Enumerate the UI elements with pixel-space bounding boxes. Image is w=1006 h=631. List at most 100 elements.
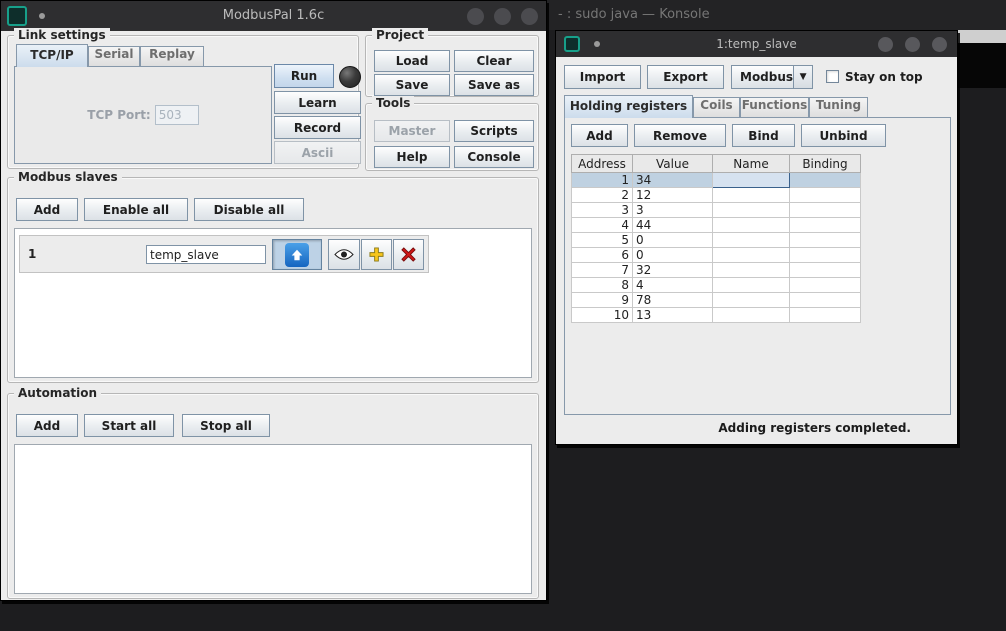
register-cell-address[interactable]: 9	[572, 293, 633, 308]
maximize-button[interactable]	[905, 37, 920, 52]
register-cell-address[interactable]: 4	[572, 218, 633, 233]
remove-register-button[interactable]: Remove	[634, 124, 726, 147]
register-cell-address[interactable]: 5	[572, 233, 633, 248]
register-cell-binding[interactable]	[790, 248, 861, 263]
disable-all-button[interactable]: Disable all	[194, 198, 304, 221]
stop-all-button[interactable]: Stop all	[182, 414, 270, 437]
master-button[interactable]: Master	[374, 120, 450, 142]
close-button[interactable]	[932, 37, 947, 52]
register-row[interactable]: 978	[572, 293, 861, 308]
register-row[interactable]: 1013	[572, 308, 861, 323]
add-automation-button[interactable]: Add	[16, 414, 78, 437]
stay-on-top-checkbox[interactable]	[826, 70, 839, 83]
register-cell-value[interactable]: 12	[633, 188, 713, 203]
modbus-combo[interactable]: Modbus ▼	[731, 65, 813, 89]
register-cell-name[interactable]	[713, 248, 790, 263]
tab-holding-registers[interactable]: Holding registers	[564, 95, 693, 118]
register-cell-name[interactable]	[713, 263, 790, 278]
register-cell-binding[interactable]	[790, 188, 861, 203]
register-cell-name[interactable]	[713, 188, 790, 203]
import-button[interactable]: Import	[564, 65, 641, 89]
register-cell-value[interactable]: 32	[633, 263, 713, 278]
add-register-button[interactable]: Add	[571, 124, 628, 147]
learn-button[interactable]: Learn	[274, 91, 361, 114]
register-cell-name[interactable]	[713, 233, 790, 248]
register-cell-value[interactable]: 13	[633, 308, 713, 323]
record-button[interactable]: Record	[274, 116, 361, 139]
tab-serial[interactable]: Serial	[88, 46, 140, 66]
save-button[interactable]: Save	[374, 74, 450, 96]
register-row[interactable]: 50	[572, 233, 861, 248]
unbind-button[interactable]: Unbind	[801, 124, 886, 147]
konsole-window-fragment[interactable]	[958, 30, 1006, 43]
register-cell-name[interactable]	[713, 173, 790, 188]
register-row[interactable]: 84	[572, 278, 861, 293]
register-cell-address[interactable]: 2	[572, 188, 633, 203]
register-cell-binding[interactable]	[790, 203, 861, 218]
bind-button[interactable]: Bind	[732, 124, 795, 147]
register-cell-name[interactable]	[713, 293, 790, 308]
register-row[interactable]: 732	[572, 263, 861, 278]
column-header-address[interactable]: Address	[572, 155, 633, 173]
show-slave-button[interactable]	[328, 239, 360, 270]
load-button[interactable]: Load	[374, 50, 450, 72]
register-cell-name[interactable]	[713, 278, 790, 293]
start-all-button[interactable]: Start all	[84, 414, 174, 437]
register-cell-binding[interactable]	[790, 278, 861, 293]
konsole-titlebar[interactable]: - : sudo java — Konsole	[540, 0, 1006, 30]
register-row[interactable]: 444	[572, 218, 861, 233]
add-slave-button[interactable]: Add	[16, 198, 78, 221]
console-button[interactable]: Console	[454, 146, 534, 168]
export-button[interactable]: Export	[647, 65, 724, 89]
slave-enabled-toggle[interactable]	[272, 239, 322, 270]
tab-replay[interactable]: Replay	[140, 46, 204, 66]
tab-coils[interactable]: Coils	[693, 97, 740, 117]
column-header-binding[interactable]: Binding	[790, 155, 861, 173]
tab-tcpip[interactable]: TCP/IP	[16, 44, 88, 67]
slave-window-titlebar[interactable]: 1:temp_slave	[556, 31, 957, 57]
save-as-button[interactable]: Save as	[454, 74, 534, 96]
register-row[interactable]: 60	[572, 248, 861, 263]
register-cell-value[interactable]: 34	[633, 173, 713, 188]
register-cell-binding[interactable]	[790, 233, 861, 248]
register-row[interactable]: 212	[572, 188, 861, 203]
tcp-port-field[interactable]	[155, 105, 199, 125]
scripts-button[interactable]: Scripts	[454, 120, 534, 142]
slave-name-input[interactable]	[146, 245, 266, 264]
tab-tuning[interactable]: Tuning	[809, 97, 868, 117]
register-cell-address[interactable]: 3	[572, 203, 633, 218]
register-cell-value[interactable]: 0	[633, 233, 713, 248]
maximize-button[interactable]	[494, 8, 511, 25]
register-cell-binding[interactable]	[790, 263, 861, 278]
register-cell-value[interactable]: 78	[633, 293, 713, 308]
enable-all-button[interactable]: Enable all	[84, 198, 188, 221]
run-button[interactable]: Run	[274, 64, 334, 88]
register-cell-name[interactable]	[713, 218, 790, 233]
register-cell-binding[interactable]	[790, 308, 861, 323]
register-cell-address[interactable]: 6	[572, 248, 633, 263]
help-button[interactable]: Help	[374, 146, 450, 168]
minimize-button[interactable]	[878, 37, 893, 52]
register-cell-address[interactable]: 8	[572, 278, 633, 293]
tab-functions[interactable]: Functions	[740, 97, 809, 117]
register-row[interactable]: 134	[572, 173, 861, 188]
register-cell-binding[interactable]	[790, 293, 861, 308]
register-cell-value[interactable]: 4	[633, 278, 713, 293]
register-cell-address[interactable]: 10	[572, 308, 633, 323]
konsole-terminal-fragment[interactable]	[958, 43, 1006, 88]
register-cell-value[interactable]: 3	[633, 203, 713, 218]
remove-slave-button[interactable]	[393, 239, 424, 270]
close-button[interactable]	[521, 8, 538, 25]
column-header-name[interactable]: Name	[713, 155, 790, 173]
register-cell-binding[interactable]	[790, 218, 861, 233]
minimize-button[interactable]	[467, 8, 484, 25]
register-cell-value[interactable]: 0	[633, 248, 713, 263]
register-cell-address[interactable]: 7	[572, 263, 633, 278]
column-header-value[interactable]: Value	[633, 155, 713, 173]
register-cell-name[interactable]	[713, 308, 790, 323]
clear-button[interactable]: Clear	[454, 50, 534, 72]
ascii-button[interactable]: Ascii	[274, 141, 361, 164]
register-cell-address[interactable]: 1	[572, 173, 633, 188]
register-cell-value[interactable]: 44	[633, 218, 713, 233]
register-cell-name[interactable]	[713, 203, 790, 218]
